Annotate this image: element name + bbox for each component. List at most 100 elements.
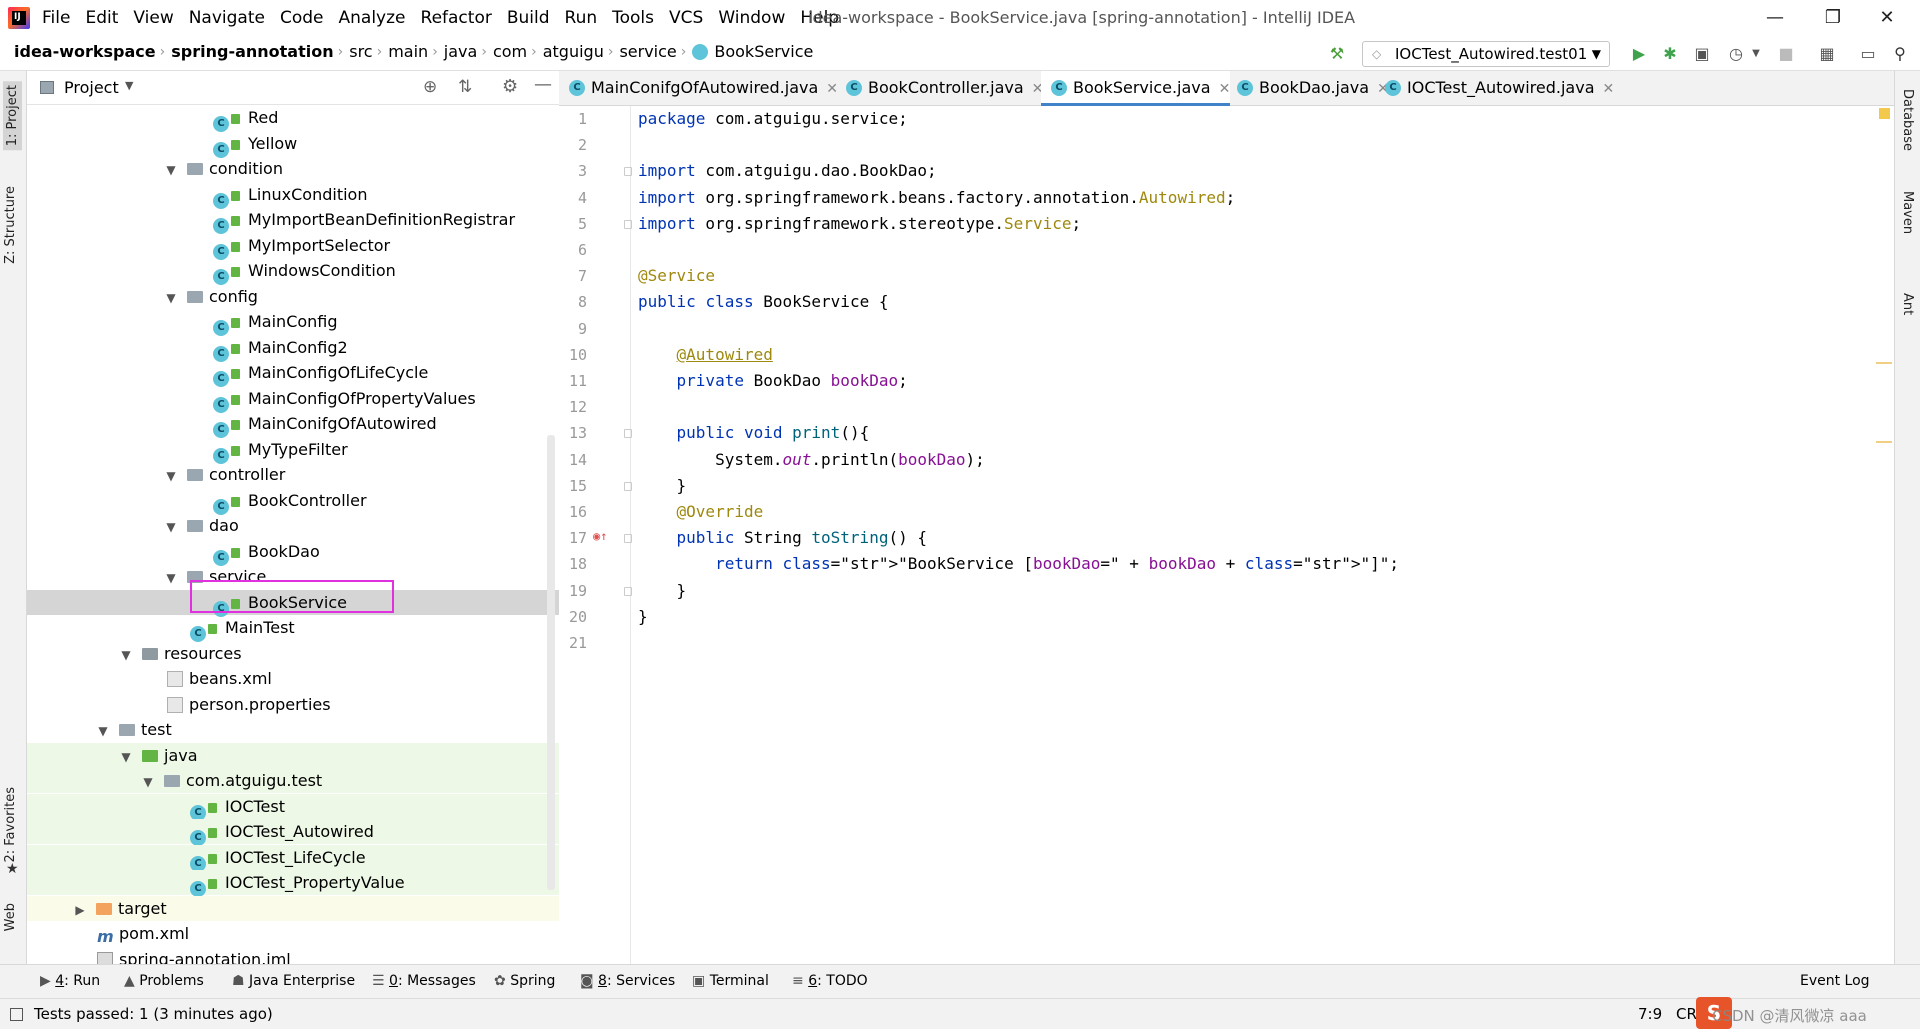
- tree-node[interactable]: ▶ target: [27, 895, 559, 923]
- tree-node[interactable]: ▼ com.atguigu.test: [27, 768, 559, 793]
- tree-node[interactable]: C IOCTest: [27, 793, 559, 821]
- breadcrumb-item[interactable]: idea-workspace: [14, 42, 156, 61]
- tree-node[interactable]: C WindowsCondition: [27, 258, 559, 285]
- code-line[interactable]: import com.atguigu.dao.BookDao;: [638, 158, 937, 184]
- bottom-tool-tab[interactable]: ▣ Terminal: [692, 973, 769, 989]
- tree-node[interactable]: beans.xml: [27, 666, 559, 691]
- code-line[interactable]: @Override: [638, 499, 764, 525]
- bottom-tool-tab[interactable]: ☗ Java Enterprise: [232, 973, 355, 989]
- menu-file[interactable]: File: [42, 8, 70, 28]
- code-line[interactable]: import org.springframework.beans.factory…: [638, 185, 1235, 211]
- code-line[interactable]: public void print(){: [638, 420, 870, 446]
- minimize-button[interactable]: —: [1752, 4, 1798, 32]
- fold-marker-icon[interactable]: [624, 167, 632, 177]
- project-tool-tab[interactable]: 1: Project: [3, 81, 22, 151]
- tree-node[interactable]: C MainConfig: [27, 309, 559, 336]
- breadcrumb-item[interactable]: atguigu: [543, 42, 604, 61]
- tree-node[interactable]: C IOCTest_LifeCycle: [27, 844, 559, 872]
- fold-marker-icon[interactable]: [624, 219, 632, 229]
- code-line[interactable]: return class="str">"BookService [bookDao…: [638, 551, 1399, 577]
- collapse-all-icon[interactable]: ⇅: [458, 77, 472, 97]
- hide-panel-icon[interactable]: —: [534, 74, 552, 95]
- code-line[interactable]: public class BookService {: [638, 289, 888, 315]
- favorites-tool-tab[interactable]: 2: Favorites: [3, 787, 18, 863]
- presentation-icon[interactable]: ▭: [1858, 44, 1878, 64]
- tree-node[interactable]: m pom.xml: [27, 921, 559, 946]
- code-editor[interactable]: package com.atguigu.service; import com.a…: [632, 106, 1894, 964]
- breadcrumb-item[interactable]: main: [388, 42, 428, 61]
- tree-node[interactable]: C MyImportSelector: [27, 233, 559, 260]
- bottom-tool-tab[interactable]: ≡ 6: TODO: [792, 973, 868, 989]
- tree-node[interactable]: ▼ condition: [27, 156, 559, 181]
- expand-arrow-icon[interactable]: ▼: [165, 464, 177, 489]
- database-tool-tab[interactable]: Database: [1900, 89, 1915, 151]
- tree-node[interactable]: C BookController: [27, 488, 559, 515]
- editor-tab[interactable]: C IOCTest_Autowired.java ✕: [1375, 71, 1614, 106]
- project-view-label[interactable]: Project: [64, 78, 119, 97]
- tree-node[interactable]: ▼ config: [27, 284, 559, 309]
- code-line[interactable]: public String toString() {: [638, 525, 927, 551]
- tree-scrollbar[interactable]: [547, 435, 555, 890]
- close-tab-icon[interactable]: ✕: [1603, 81, 1615, 97]
- expand-arrow-icon[interactable]: ▼: [120, 745, 132, 770]
- bottom-tool-tab[interactable]: ◙ 8: Services: [580, 973, 675, 989]
- tree-node[interactable]: C LinuxCondition: [27, 182, 559, 209]
- project-structure-icon[interactable]: ▦: [1817, 44, 1837, 64]
- tree-node[interactable]: C IOCTest_Autowired: [27, 819, 559, 846]
- code-line[interactable]: private BookDao bookDao;: [638, 368, 908, 394]
- debug-icon[interactable]: ✱: [1660, 44, 1680, 64]
- collapse-arrow-icon[interactable]: ▶: [74, 898, 86, 923]
- tree-node[interactable]: C Red: [27, 105, 559, 132]
- breadcrumb-item[interactable]: spring-annotation: [171, 42, 333, 61]
- run-icon[interactable]: ▶: [1629, 44, 1649, 64]
- fold-marker-icon[interactable]: [624, 534, 632, 544]
- tree-node[interactable]: C MainConfigOfPropertyValues: [27, 386, 559, 413]
- build-hammer-icon[interactable]: ⚒: [1327, 44, 1347, 64]
- run-configuration-select[interactable]: ◇ IOCTest_Autowired.test01 ▼: [1362, 41, 1610, 67]
- expand-arrow-icon[interactable]: ▼: [120, 643, 132, 668]
- breadcrumb-item[interactable]: src: [349, 42, 372, 61]
- expand-arrow-icon[interactable]: ▼: [97, 719, 109, 744]
- override-marker-icon[interactable]: ◉↑: [593, 529, 607, 543]
- tree-node[interactable]: ▼ resources: [27, 641, 559, 666]
- profile-dropdown-icon[interactable]: ▼: [1746, 44, 1766, 64]
- tree-node[interactable]: ▼ java: [27, 742, 559, 770]
- code-line[interactable]: }: [638, 578, 687, 604]
- close-window-button[interactable]: ✕: [1864, 4, 1910, 32]
- code-line[interactable]: package com.atguigu.service;: [638, 106, 908, 132]
- status-toggle-icon[interactable]: [10, 1008, 23, 1021]
- bottom-tool-tab[interactable]: ▶ 4: Run: [40, 973, 100, 989]
- code-line[interactable]: }: [638, 604, 648, 630]
- status-message[interactable]: Tests passed: 1 (3 minutes ago): [34, 1005, 273, 1023]
- locate-icon[interactable]: ⊕: [423, 77, 437, 97]
- breadcrumb-item[interactable]: BookService: [714, 42, 813, 61]
- menu-code[interactable]: Code: [280, 8, 324, 28]
- chevron-down-icon[interactable]: ▼: [125, 79, 133, 92]
- editor-tab[interactable]: C BookDao.java ✕: [1227, 71, 1389, 106]
- restore-button[interactable]: ❐: [1810, 4, 1856, 32]
- menu-window[interactable]: Window: [718, 8, 785, 28]
- fold-marker-icon[interactable]: [624, 586, 632, 596]
- menu-tools[interactable]: Tools: [612, 8, 654, 28]
- code-line[interactable]: @Service: [638, 263, 715, 289]
- event-log-tab[interactable]: Event Log: [1800, 973, 1870, 989]
- editor-tab[interactable]: C BookController.java ✕: [836, 71, 1043, 106]
- tree-node[interactable]: C MyImportBeanDefinitionRegistrar: [27, 207, 559, 234]
- error-stripe-mark[interactable]: [1876, 362, 1892, 364]
- coverage-icon[interactable]: ▣: [1692, 44, 1712, 64]
- code-line[interactable]: @Autowired: [638, 342, 773, 368]
- breadcrumb-item[interactable]: com: [493, 42, 527, 61]
- expand-arrow-icon[interactable]: ▼: [165, 566, 177, 591]
- ant-tool-tab[interactable]: Ant: [1900, 293, 1915, 315]
- breadcrumb-item[interactable]: java: [444, 42, 478, 61]
- web-tool-tab[interactable]: Web: [3, 903, 18, 931]
- menu-vcs[interactable]: VCS: [669, 8, 703, 28]
- tree-node[interactable]: C MainConifgOfAutowired: [27, 411, 559, 438]
- menu-edit[interactable]: Edit: [85, 8, 118, 28]
- bottom-tool-tab[interactable]: ✿ Spring: [494, 973, 555, 989]
- editor-tab[interactable]: C BookService.java ✕: [1041, 71, 1231, 106]
- menu-navigate[interactable]: Navigate: [189, 8, 265, 28]
- menu-build[interactable]: Build: [507, 8, 550, 28]
- expand-arrow-icon[interactable]: ▼: [165, 286, 177, 311]
- menu-view[interactable]: View: [133, 8, 173, 28]
